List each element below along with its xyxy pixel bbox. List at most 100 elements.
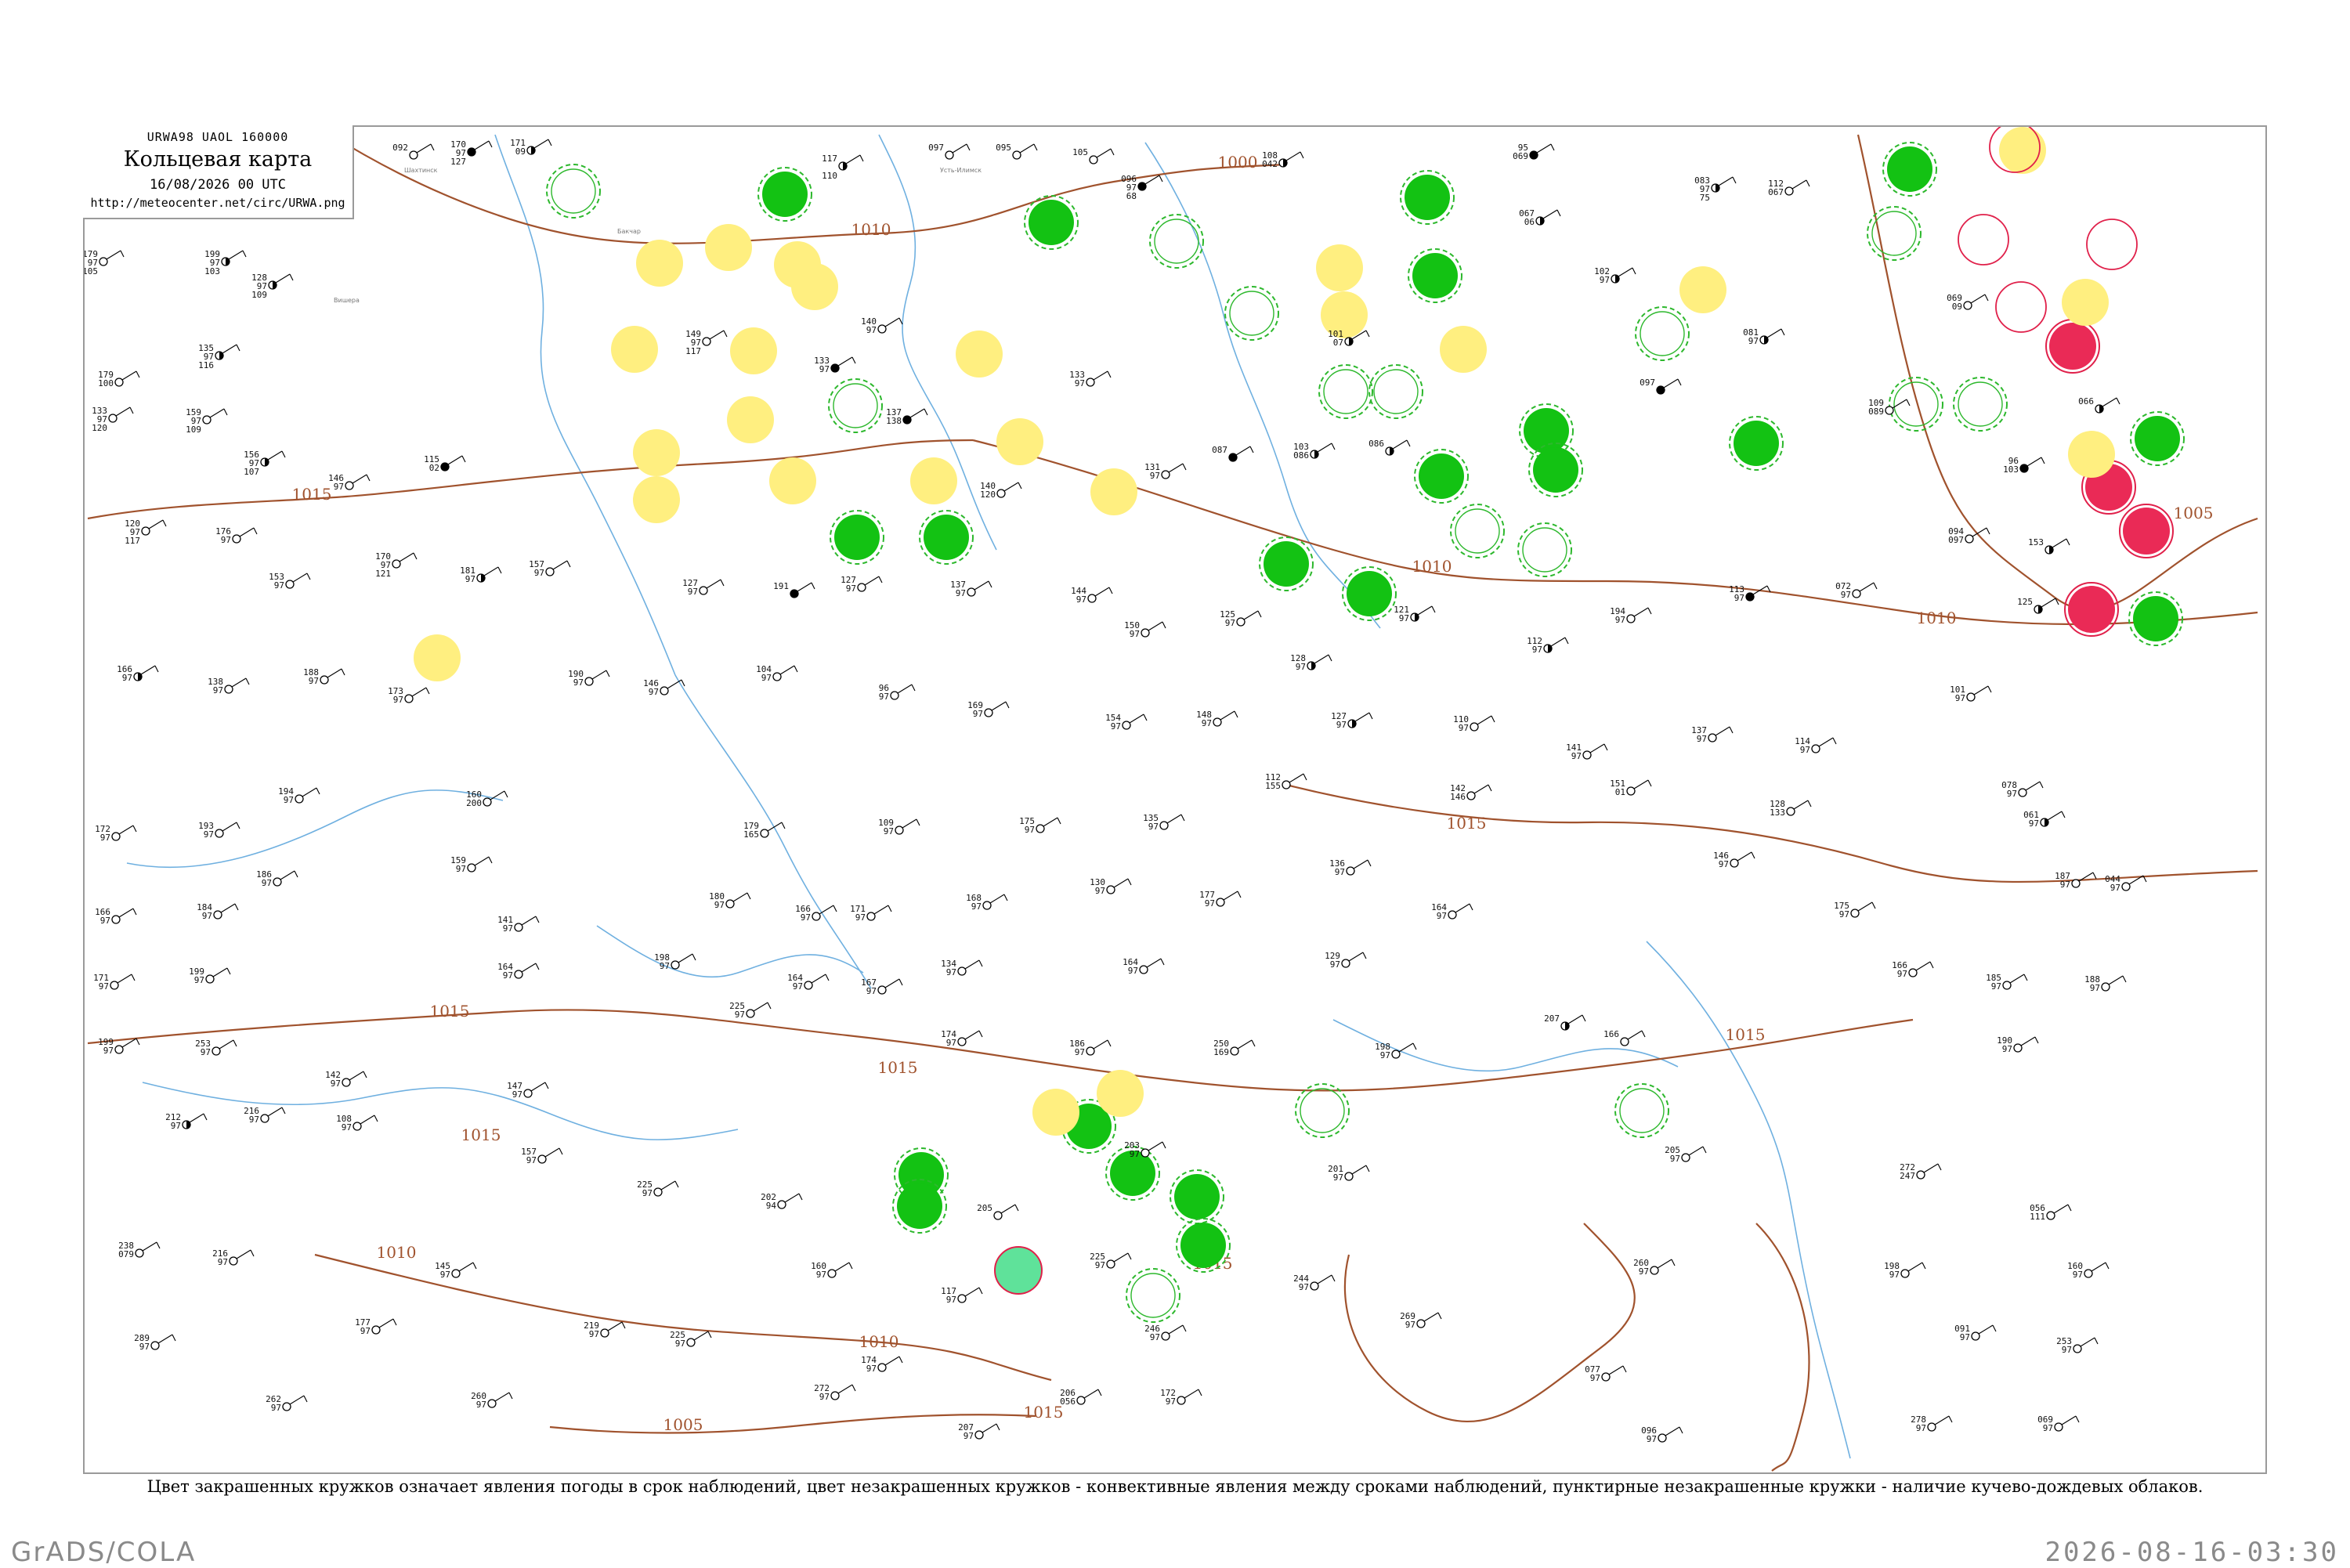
station-pressure: 97 [1991, 981, 2001, 992]
wind-feather [281, 450, 286, 458]
station-cloud-circle [1159, 821, 1169, 830]
wind-barb [1923, 1163, 1939, 1173]
station-pressure: 97 [964, 1431, 974, 1441]
station-temperature: 087 [1212, 445, 1227, 455]
wind-barb [837, 1384, 853, 1394]
wind-barb [811, 974, 826, 984]
station-dewpoint: 117 [685, 346, 701, 356]
station-plot: 16797 [861, 977, 903, 996]
station-plot: 18697 [1069, 1039, 1112, 1057]
station-plot: 153 [2028, 537, 2070, 555]
station-pressure: 97 [1330, 959, 1340, 970]
station-dewpoint: 121 [375, 569, 391, 579]
wind-feather [245, 677, 250, 685]
wind-barb [2025, 781, 2041, 791]
station-plot: 26097 [471, 1391, 513, 1410]
wind-feather [1127, 1252, 1132, 1260]
wind-barb [693, 1331, 709, 1341]
station-plot: 14697 [1713, 851, 1755, 869]
wind-feather [566, 560, 571, 568]
wind-feather [1992, 1324, 1997, 1332]
wind-barb [1542, 209, 1558, 219]
station-plot: 17697 [215, 526, 258, 545]
station-plot: 19897 [1884, 1261, 1926, 1280]
wind-feather [156, 1241, 161, 1249]
weather-ring-yellow [1316, 244, 1363, 291]
wind-barb [494, 1392, 510, 1402]
station-pressure: 97 [866, 1364, 877, 1374]
wind-feather [1556, 209, 1561, 217]
wind-feather [2023, 974, 2028, 981]
weather-ring-none-dashed [1224, 286, 1279, 341]
cloud-full [1229, 453, 1237, 461]
isobar-label: 1010 [1917, 609, 1957, 627]
wind-barb [667, 679, 682, 689]
wind-barb [964, 959, 980, 970]
wind-barb [1978, 1324, 1994, 1335]
station-plot: 12797 [682, 578, 725, 597]
wind-feather [236, 344, 240, 352]
wind-barb [411, 687, 427, 697]
wind-barb [275, 273, 291, 284]
wind-feather [1328, 654, 1332, 662]
station-pressure: 01 [1615, 787, 1625, 797]
station-plot: 18897 [303, 667, 345, 686]
weather-ring-none-dashed [1126, 1268, 1180, 1323]
wind-feather [1367, 859, 1372, 867]
weather-ring-green [1729, 416, 1784, 471]
station-plot: 137138 [886, 407, 928, 426]
map-url: http://meteocenter.net/circ/URWA.png [90, 196, 345, 210]
station-pressure: 97 [1719, 859, 1729, 869]
wind-barb [1146, 958, 1162, 968]
wind-feather [1182, 1324, 1187, 1332]
wind-feather [1249, 446, 1254, 453]
station-plot: 17797 [355, 1317, 397, 1336]
station-dewpoint: 105 [85, 266, 98, 276]
station-plot: 26997 [1400, 1311, 1442, 1330]
wind-barb [118, 825, 134, 835]
station-temperature: 105 [1072, 147, 1088, 157]
wind-feather [374, 1115, 378, 1122]
station-plot: 06997 [2037, 1414, 2080, 1433]
weather-ring-green [1400, 170, 1455, 225]
wind-feather [1143, 714, 1148, 721]
weather-ring-red [2119, 504, 2174, 558]
station-plot: 16697 [1892, 960, 1934, 979]
wind-feather [1162, 1141, 1166, 1149]
wind-barb [1003, 482, 1019, 492]
station-plot: 14897 [1196, 710, 1238, 728]
station-plot: 12597 [1220, 609, 1262, 628]
station-pressure: 97 [675, 1339, 685, 1349]
wind-feather [136, 1038, 140, 1046]
wind-barb [1791, 179, 1807, 190]
station-pressure: 97 [1748, 336, 1759, 346]
wind-feather [1677, 378, 1682, 386]
wind-feather [233, 1039, 237, 1047]
wind-barb [1129, 714, 1144, 724]
station-cloud-circle [600, 1328, 609, 1338]
wind-barb [1567, 1014, 1583, 1024]
isobar-1010-south [314, 1253, 1052, 1382]
station-plot: 9697 [879, 683, 916, 702]
station-cloud-circle [1448, 910, 1457, 919]
station-pressure: 07 [1333, 338, 1343, 348]
cloud-full [468, 148, 475, 156]
wind-barb [964, 1030, 980, 1040]
station-plot: 21297 [165, 1112, 208, 1131]
wind-feather [294, 870, 298, 878]
wind-barb [1857, 901, 1873, 912]
wind-barb [1353, 859, 1368, 869]
station-pressure: 97 [2090, 983, 2100, 993]
station-cloud-circle [877, 1363, 887, 1372]
weather-ring-none-dashed [1635, 306, 1690, 361]
wind-barb [474, 856, 490, 866]
station-plot: 17097127 [450, 139, 493, 167]
weather-ring-yellow [727, 396, 774, 443]
station-plot: 105 [1072, 147, 1115, 164]
station-pressure: 97 [100, 916, 110, 926]
station-pressure: 97 [1095, 886, 1105, 896]
wind-feather [1641, 1030, 1646, 1038]
station-cloud-circle [111, 832, 121, 841]
wind-feather [1984, 294, 1989, 302]
station-cloud-circle [699, 586, 708, 595]
